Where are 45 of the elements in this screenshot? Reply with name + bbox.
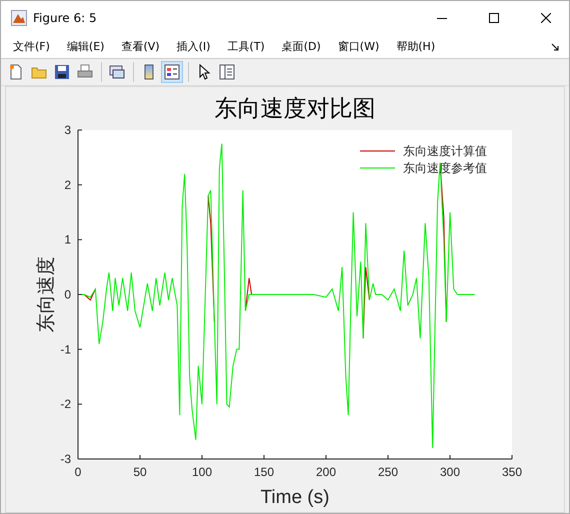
- tick-label: 250: [378, 465, 398, 479]
- menu-item[interactable]: 帮助(H): [392, 38, 444, 54]
- tick-label: 1: [64, 232, 71, 247]
- tick-label: -3: [60, 452, 71, 466]
- tick-mark: [78, 348, 82, 350]
- menu-item[interactable]: 查看(V): [117, 38, 168, 54]
- tick-label: 3: [64, 123, 71, 137]
- menu-item[interactable]: 窗口(W): [334, 38, 388, 54]
- close-icon[interactable]: [541, 12, 551, 22]
- maximize-icon[interactable]: [489, 12, 499, 22]
- tick-label: 350: [502, 465, 522, 479]
- y-axis-label: 东向速度: [35, 256, 57, 332]
- x-axis-label: Time (s): [260, 487, 330, 508]
- tick-label: 0: [64, 288, 71, 302]
- tick-label: 200: [316, 465, 336, 479]
- legend-line: [360, 150, 396, 152]
- tick-label: 150: [254, 465, 274, 479]
- app-logo-icon: [11, 10, 27, 26]
- menu-item[interactable]: 文件(F): [9, 38, 58, 54]
- printer-icon: [77, 64, 93, 80]
- property-panel-icon: [219, 64, 235, 80]
- tick-label: 50: [133, 465, 147, 479]
- chart-title: 东向速度对比图: [214, 96, 376, 122]
- linked-plot-icon: [109, 64, 125, 80]
- save-icon: [54, 64, 70, 80]
- toolbar-button[interactable]: [161, 61, 183, 83]
- menu-item[interactable]: 编辑(E): [62, 38, 112, 54]
- tick-label: 300: [440, 465, 460, 479]
- legend-label: 东向速度计算值: [403, 144, 487, 158]
- window-title: Figure 6: 5: [33, 10, 98, 24]
- tick-mark: [78, 404, 82, 405]
- menu-item[interactable]: 工具(T): [223, 38, 273, 54]
- new-file-icon: [8, 64, 24, 80]
- tick-label: -1: [60, 342, 71, 356]
- tick-label: 100: [192, 465, 212, 479]
- tick-label: 2: [64, 178, 71, 192]
- tick-mark: [78, 184, 82, 186]
- tick-mark: [78, 294, 82, 295]
- tick-mark: [78, 239, 82, 240]
- menu-item[interactable]: 插入(I): [172, 38, 218, 54]
- dock-arrow-icon[interactable]: [551, 43, 559, 51]
- tick-label: -2: [60, 397, 71, 412]
- tick-label: 0: [74, 465, 82, 479]
- menu-item[interactable]: 桌面(D): [278, 38, 329, 54]
- legend-icon: [164, 64, 180, 80]
